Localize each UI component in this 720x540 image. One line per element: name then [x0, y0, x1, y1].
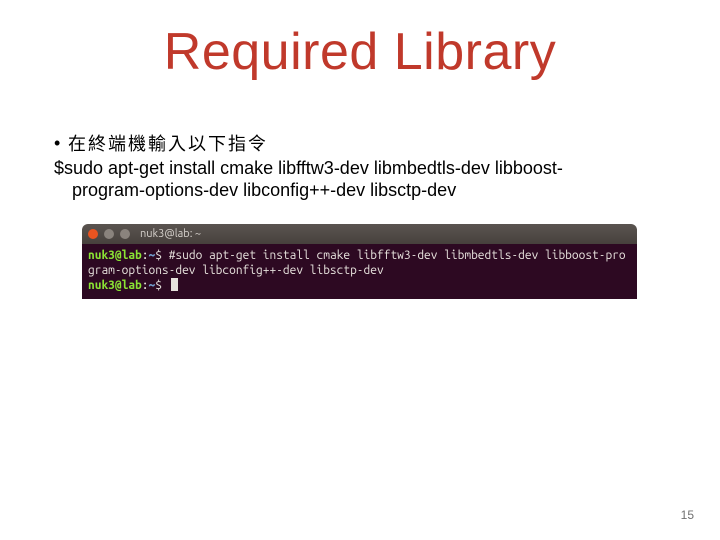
- terminal-body: nuk3@lab:~$ #sudo apt-get install cmake …: [82, 244, 637, 299]
- terminal-title: nuk3@lab: ~: [140, 228, 201, 240]
- terminal-cmd-1b: gram-options-dev libconfig++-dev libsctp…: [88, 264, 384, 277]
- prompt-sep-2: :: [142, 279, 149, 292]
- prompt-user: nuk3@lab: [88, 249, 142, 262]
- prompt-end-2: $: [155, 279, 168, 292]
- terminal-line-1: nuk3@lab:~$ #sudo apt-get install cmake …: [88, 248, 631, 263]
- cursor-icon: [171, 278, 178, 291]
- slide-body: • 在終端機輸入以下指令 $sudo apt-get install cmake…: [54, 132, 666, 202]
- command-line-2: program-options-dev libconfig++-dev libs…: [54, 179, 666, 202]
- prompt-end: $: [155, 249, 168, 262]
- bullet-row: • 在終端機輸入以下指令: [54, 132, 666, 155]
- terminal-cmd-1a: #sudo apt-get install cmake libfftw3-dev…: [169, 249, 626, 262]
- bullet-dot-icon: •: [54, 132, 68, 155]
- maximize-icon: [120, 229, 130, 239]
- command-line-1: $sudo apt-get install cmake libfftw3-dev…: [54, 157, 666, 180]
- terminal-line-2: gram-options-dev libconfig++-dev libsctp…: [88, 263, 631, 278]
- prompt-user-2: nuk3@lab: [88, 279, 142, 292]
- close-icon: [88, 229, 98, 239]
- page-number: 15: [681, 508, 694, 522]
- prompt-sep: :: [142, 249, 149, 262]
- terminal-line-3: nuk3@lab:~$: [88, 278, 631, 293]
- bullet-text: 在終端機輸入以下指令: [68, 132, 666, 155]
- terminal-window: nuk3@lab: ~ nuk3@lab:~$ #sudo apt-get in…: [82, 224, 637, 299]
- slide-title: Required Library: [0, 22, 720, 82]
- terminal-titlebar: nuk3@lab: ~: [82, 224, 637, 244]
- minimize-icon: [104, 229, 114, 239]
- slide: Required Library • 在終端機輸入以下指令 $sudo apt-…: [0, 0, 720, 540]
